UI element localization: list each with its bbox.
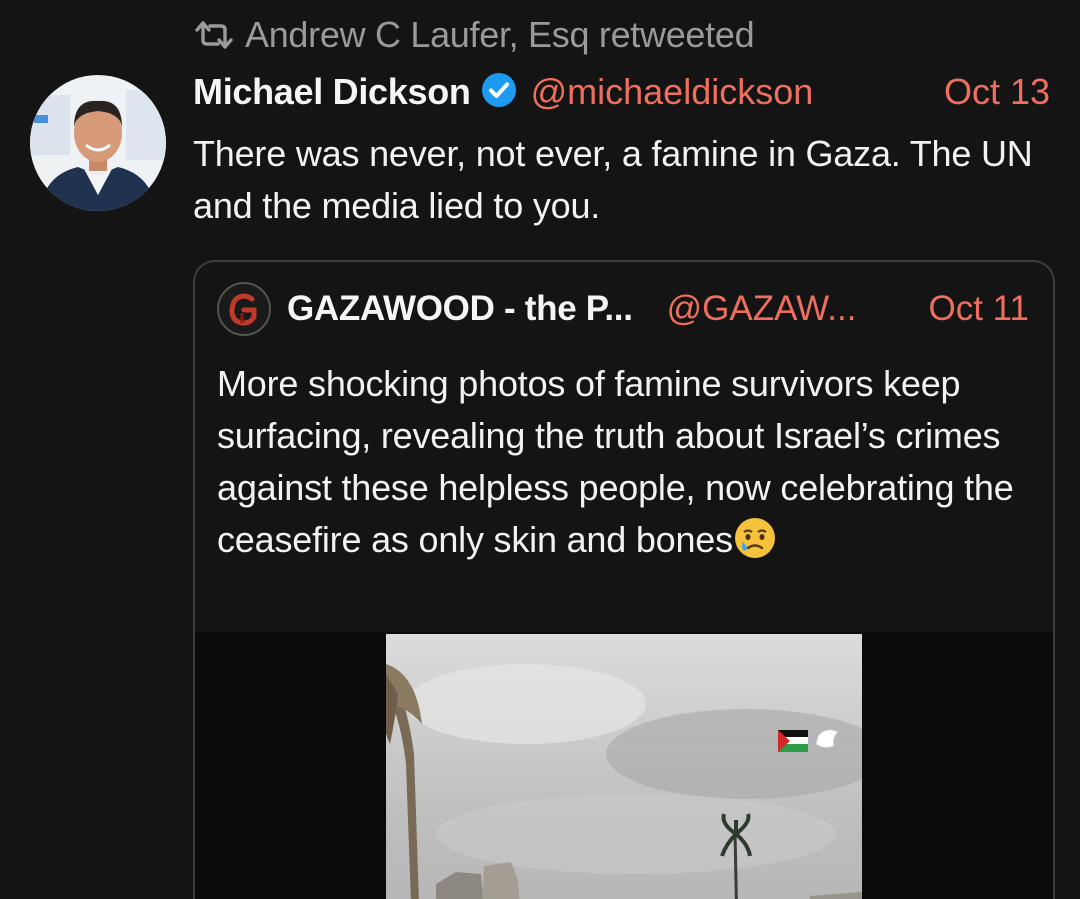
quote-text: More shocking photos of famine survivors… — [217, 363, 1014, 560]
quote-author-name[interactable]: GAZAWOOD - the P... — [287, 289, 633, 329]
author-name[interactable]: Michael Dickson — [193, 71, 471, 113]
crying-face-emoji-icon — [733, 516, 777, 560]
quote-author-avatar[interactable] — [217, 282, 271, 336]
quote-photo[interactable] — [386, 634, 862, 899]
verified-badge-icon — [481, 72, 517, 113]
tweet-date[interactable]: Oct 13 — [944, 71, 1050, 113]
author-avatar[interactable] — [30, 75, 166, 211]
quote-author-handle[interactable]: @GAZAW... — [667, 289, 857, 329]
quote-text-container: More shocking photos of famine survivors… — [217, 358, 1037, 566]
quote-date[interactable]: Oct 11 — [928, 289, 1029, 329]
quote-header: GAZAWOOD - the P... @GAZAW... Oct 11 — [217, 280, 1029, 338]
tweet-header: Michael Dickson @michaeldickson Oct 13 — [193, 68, 1050, 116]
retweet-indicator[interactable]: Andrew C Laufer, Esq retweeted — [193, 12, 755, 58]
quoted-tweet[interactable]: GAZAWOOD - the P... @GAZAW... Oct 11 Mor… — [193, 260, 1055, 899]
timeline-page: Andrew C Laufer, Esq retweeted Michael D… — [0, 0, 1080, 899]
quote-media[interactable] — [195, 632, 1053, 899]
tweet-text: There was never, not ever, a famine in G… — [193, 133, 1033, 226]
author-handle[interactable]: @michaeldickson — [531, 71, 814, 113]
retweet-icon — [193, 20, 235, 50]
retweet-label: Andrew C Laufer, Esq retweeted — [245, 14, 755, 55]
